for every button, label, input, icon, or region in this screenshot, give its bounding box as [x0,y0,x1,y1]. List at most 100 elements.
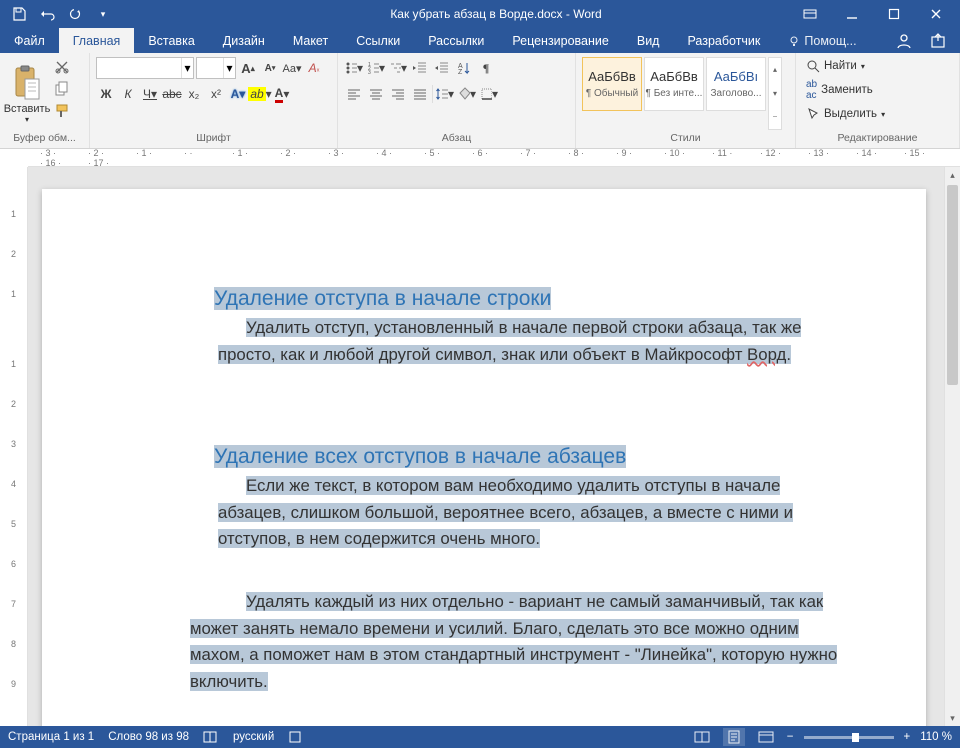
window-controls [790,3,960,25]
share-icon[interactable] [930,33,946,49]
user-icon[interactable] [896,33,912,49]
subscript-button[interactable]: x₂ [184,84,204,104]
align-right-button[interactable] [388,84,408,104]
spellcheck-error: Ворд [747,345,786,364]
shading-button[interactable]: ▾ [457,84,477,104]
close-icon[interactable] [916,3,956,25]
style-heading1[interactable]: АаБбВı Заголово... [706,57,766,111]
tab-home[interactable]: Главная [59,28,135,53]
highlight-button[interactable]: ab▾ [250,84,270,104]
font-size-select[interactable]: ▾ [196,57,236,79]
save-icon[interactable] [8,3,30,25]
status-words[interactable]: Слово 98 из 98 [108,731,189,743]
group-editing-label: Редактирование [802,130,953,146]
select-label: Выделить [824,108,877,120]
replace-button[interactable]: abac Заменить [802,77,953,103]
replace-icon: abac [806,79,817,101]
strike-button[interactable]: abc [162,84,182,104]
status-proofing[interactable] [203,730,219,744]
status-macro[interactable] [288,730,302,744]
superscript-button[interactable]: x² [206,84,226,104]
page: Удаление отступа в начале строки Удалить… [42,189,926,726]
italic-button[interactable]: К [118,84,138,104]
increase-indent-button[interactable] [432,58,452,78]
paste-button[interactable]: Вставить ▾ [6,57,48,130]
scroll-up-icon[interactable]: ▴ [945,167,960,183]
clipboard-icon [12,65,42,101]
tab-view[interactable]: Вид [623,28,674,53]
bold-button[interactable]: Ж [96,84,116,104]
change-case-button[interactable]: Aa▾ [282,58,302,78]
group-font-label: Шрифт [96,130,331,146]
undo-icon[interactable] [36,3,58,25]
align-center-button[interactable] [366,84,386,104]
find-label: Найти [824,60,857,72]
vertical-ruler[interactable]: 121123456789 [0,167,28,726]
format-painter-icon[interactable] [52,101,72,121]
find-button[interactable]: Найти▾ [802,57,953,75]
zoom-in-button[interactable]: + [904,731,911,743]
group-font: ▾ ▾ A▴ A▾ Aa▾ Aₓ Ж К Ч▾ abc x₂ x² A▾ ab▾… [90,53,338,148]
numbering-button[interactable]: 123▾ [366,58,386,78]
multilevel-button[interactable]: ▾ [388,58,408,78]
zoom-out-button[interactable]: − [787,731,794,743]
status-page[interactable]: Страница 1 из 1 [8,731,94,743]
font-family-select[interactable]: ▾ [96,57,194,79]
paragraph-text: абзацев, слишком большой, вероятнее всег… [218,503,793,522]
tell-me-search[interactable]: Помощ... [774,28,870,53]
align-left-button[interactable] [344,84,364,104]
styles-gallery-scroll[interactable]: ▴▾⎯ [768,57,782,130]
replace-label: Заменить [821,84,873,96]
line-spacing-button[interactable]: ▾ [435,84,455,104]
tab-review[interactable]: Рецензирование [498,28,623,53]
select-button[interactable]: Выделить▾ [802,105,953,123]
status-language[interactable]: русский [233,731,274,743]
shrink-font-button[interactable]: A▾ [260,58,280,78]
book-icon [203,730,219,744]
style-normal[interactable]: АаБбВв ¶ Обычный [582,57,642,111]
paragraph-text: включить. [190,672,268,691]
paragraph-text: отступов, в нем содержится очень много. [218,529,540,548]
ribbon-tabs: Файл Главная Вставка Дизайн Макет Ссылки… [0,28,960,53]
cursor-icon [806,107,820,121]
cut-icon[interactable] [52,57,72,77]
tab-references[interactable]: Ссылки [342,28,414,53]
vertical-scrollbar[interactable]: ▴ ▾ [944,167,960,726]
text-effects-button[interactable]: A▾ [228,84,248,104]
scroll-down-icon[interactable]: ▾ [945,710,960,726]
tab-insert[interactable]: Вставка [134,28,208,53]
bullets-button[interactable]: ▾ [344,58,364,78]
decrease-indent-button[interactable] [410,58,430,78]
justify-button[interactable] [410,84,430,104]
show-marks-button[interactable]: ¶ [476,58,496,78]
style-name: ¶ Обычный [586,88,638,99]
maximize-icon[interactable] [874,3,914,25]
web-layout-icon[interactable] [755,728,777,746]
borders-button[interactable]: ▾ [479,84,499,104]
qat-customize-icon[interactable]: ▾ [92,3,114,25]
style-no-spacing[interactable]: АаБбВв ¶ Без инте... [644,57,704,111]
redo-icon[interactable] [64,3,86,25]
tab-design[interactable]: Дизайн [209,28,279,53]
zoom-level[interactable]: 110 % [920,731,952,743]
zoom-thumb[interactable] [852,733,859,742]
underline-button[interactable]: Ч▾ [140,84,160,104]
tab-developer[interactable]: Разработчик [673,28,774,53]
copy-icon[interactable] [52,79,72,99]
scroll-thumb[interactable] [947,185,958,385]
style-sample: АаБбВв [588,69,636,84]
font-color-button[interactable]: A▾ [272,84,292,104]
print-layout-icon[interactable] [723,728,745,746]
read-mode-icon[interactable] [691,728,713,746]
minimize-icon[interactable] [832,3,872,25]
sort-button[interactable]: AZ [454,58,474,78]
grow-font-button[interactable]: A▴ [238,58,258,78]
tab-mailings[interactable]: Рассылки [414,28,498,53]
tab-file[interactable]: Файл [0,28,59,53]
clear-format-button[interactable]: Aₓ [304,58,324,78]
horizontal-ruler[interactable]: · 3 ·· 2 ·· 1 ·· ·· 1 ·· 2 ·· 3 ·· 4 ·· … [28,149,960,167]
ribbon-options-icon[interactable] [790,3,830,25]
tab-layout[interactable]: Макет [279,28,342,53]
zoom-slider[interactable] [804,736,894,739]
document-area[interactable]: Удаление отступа в начале строки Удалить… [28,167,944,726]
